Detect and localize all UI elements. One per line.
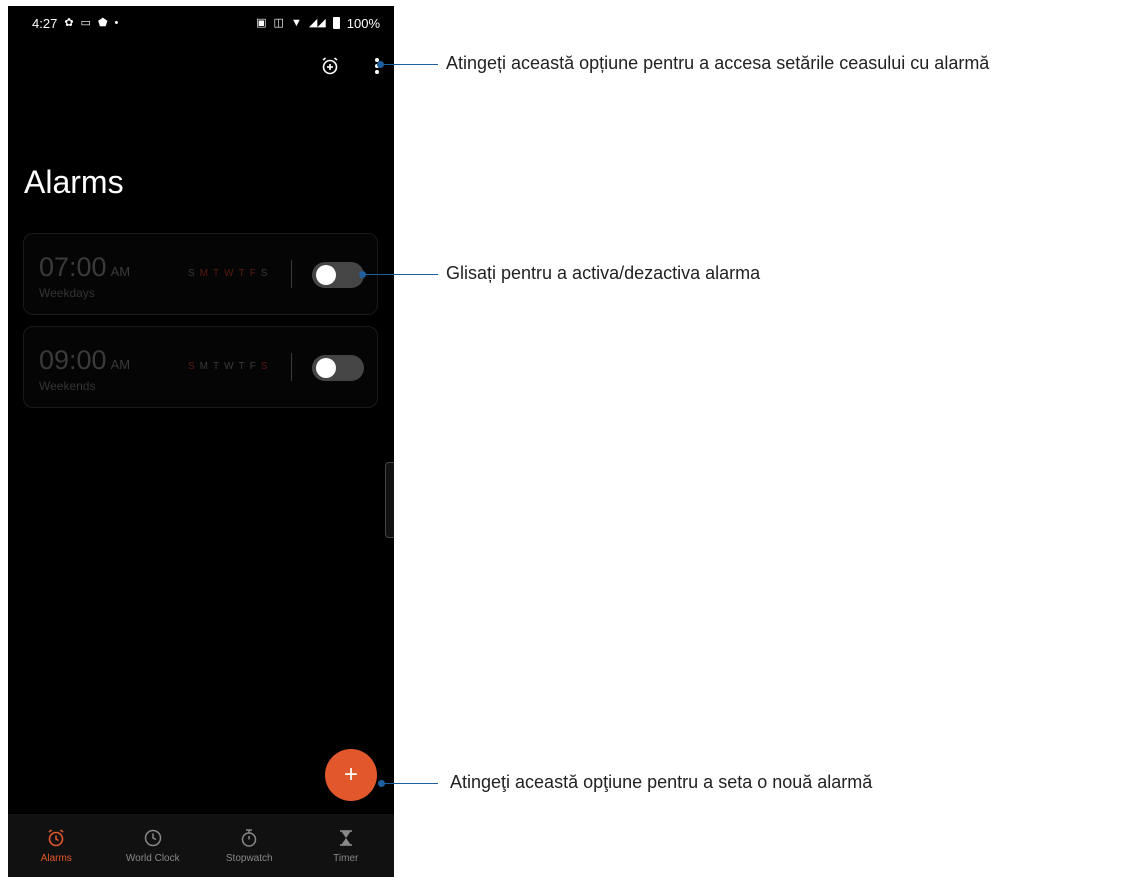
- alarm-ampm: AM: [110, 264, 131, 279]
- day-wed: W: [224, 268, 237, 279]
- nfc-status-icon: ▣: [256, 16, 267, 29]
- vibrate-status-icon: ◫: [273, 16, 284, 29]
- tab-timer[interactable]: Timer: [298, 814, 395, 877]
- toggle-knob: [316, 265, 336, 285]
- tab-label: Stopwatch: [225, 852, 273, 864]
- battery-percent: 100%: [346, 15, 380, 31]
- status-bar: 4:27 ✿ ▭ ⬟ • ▣ ◫ ▼ ◢◢ 100%: [8, 6, 394, 40]
- phone-screen: 4:27 ✿ ▭ ⬟ • ▣ ◫ ▼ ◢◢ 100% Alarms 07:00 …: [8, 6, 394, 877]
- alarm-days: S M T W T F S: [188, 268, 270, 279]
- alarm-time-value: 07:00: [39, 252, 107, 282]
- bedtime-alarm-icon[interactable]: [320, 56, 340, 76]
- alarm-toggle[interactable]: [312, 355, 364, 381]
- tab-world-clock[interactable]: World Clock: [105, 814, 202, 877]
- alarm-clock-icon: [48, 828, 64, 846]
- alarm-label: Weekends: [39, 379, 96, 393]
- callout-line: [384, 783, 438, 784]
- add-alarm-button[interactable]: +: [325, 749, 377, 801]
- hourglass-icon: [339, 829, 352, 846]
- alarm-days: S M T W T F S: [188, 361, 270, 372]
- day-thu: T: [238, 361, 248, 372]
- alarm-time-value: 09:00: [39, 345, 107, 375]
- bottom-nav: Alarms World Clock Stopwatch Timer: [8, 814, 394, 877]
- signal-status-icon: ◢◢: [308, 16, 326, 29]
- alarm-divider: [291, 353, 292, 381]
- callout-line: [365, 274, 438, 275]
- callout-line: [383, 64, 438, 65]
- day-wed: W: [224, 361, 237, 372]
- day-thu: T: [238, 268, 248, 279]
- tab-alarms[interactable]: Alarms: [8, 814, 105, 877]
- day-mon: M: [199, 268, 212, 279]
- gear-status-icon: ✿: [64, 16, 74, 29]
- day-sun: S: [188, 361, 198, 372]
- day-fri: F: [249, 361, 259, 372]
- day-sun: S: [188, 268, 198, 279]
- day-fri: F: [249, 268, 259, 279]
- wifi-status-icon: ▼: [290, 16, 302, 29]
- edge-panel-handle[interactable]: [385, 462, 394, 538]
- tab-stopwatch[interactable]: Stopwatch: [201, 814, 298, 877]
- shield-status-icon: ⬟: [97, 16, 108, 29]
- alarm-divider: [291, 260, 292, 288]
- day-sat: S: [260, 361, 271, 372]
- day-tue: T: [213, 361, 223, 372]
- day-tue: T: [213, 268, 223, 279]
- clock-icon: [144, 829, 161, 846]
- alarm-card[interactable]: 09:00 AM Weekends S M T W T F S: [23, 326, 378, 408]
- day-sat: S: [260, 268, 271, 279]
- alarm-card[interactable]: 07:00 AM Weekdays S M T W T F S: [23, 233, 378, 315]
- alarm-label: Weekdays: [39, 286, 95, 300]
- callout-toggle-text: Glisați pentru a activa/dezactiva alarma: [446, 263, 761, 283]
- status-time: 4:27: [32, 15, 58, 31]
- alarm-time: 07:00 AM: [39, 252, 130, 283]
- tab-label: Timer: [333, 852, 359, 864]
- callout-settings-text: Atingeți această opțiune pentru a accesa…: [446, 53, 990, 73]
- image-status-icon: ▭: [80, 16, 91, 29]
- page-title: Alarms: [24, 164, 124, 200]
- alarm-time: 09:00 AM: [39, 345, 130, 376]
- alarm-toggle[interactable]: [312, 262, 364, 288]
- tab-label: Alarms: [40, 852, 72, 864]
- day-mon: M: [199, 361, 212, 372]
- stopwatch-icon: [242, 828, 257, 847]
- dot-status-icon: •: [114, 16, 119, 29]
- top-actions: [320, 56, 380, 76]
- alarm-ampm: AM: [110, 357, 131, 372]
- tab-label: World Clock: [125, 852, 180, 864]
- battery-icon: [332, 17, 340, 29]
- toggle-knob: [316, 358, 336, 378]
- callout-add-text: Atingeţi această opţiune pentru a seta o…: [450, 772, 873, 792]
